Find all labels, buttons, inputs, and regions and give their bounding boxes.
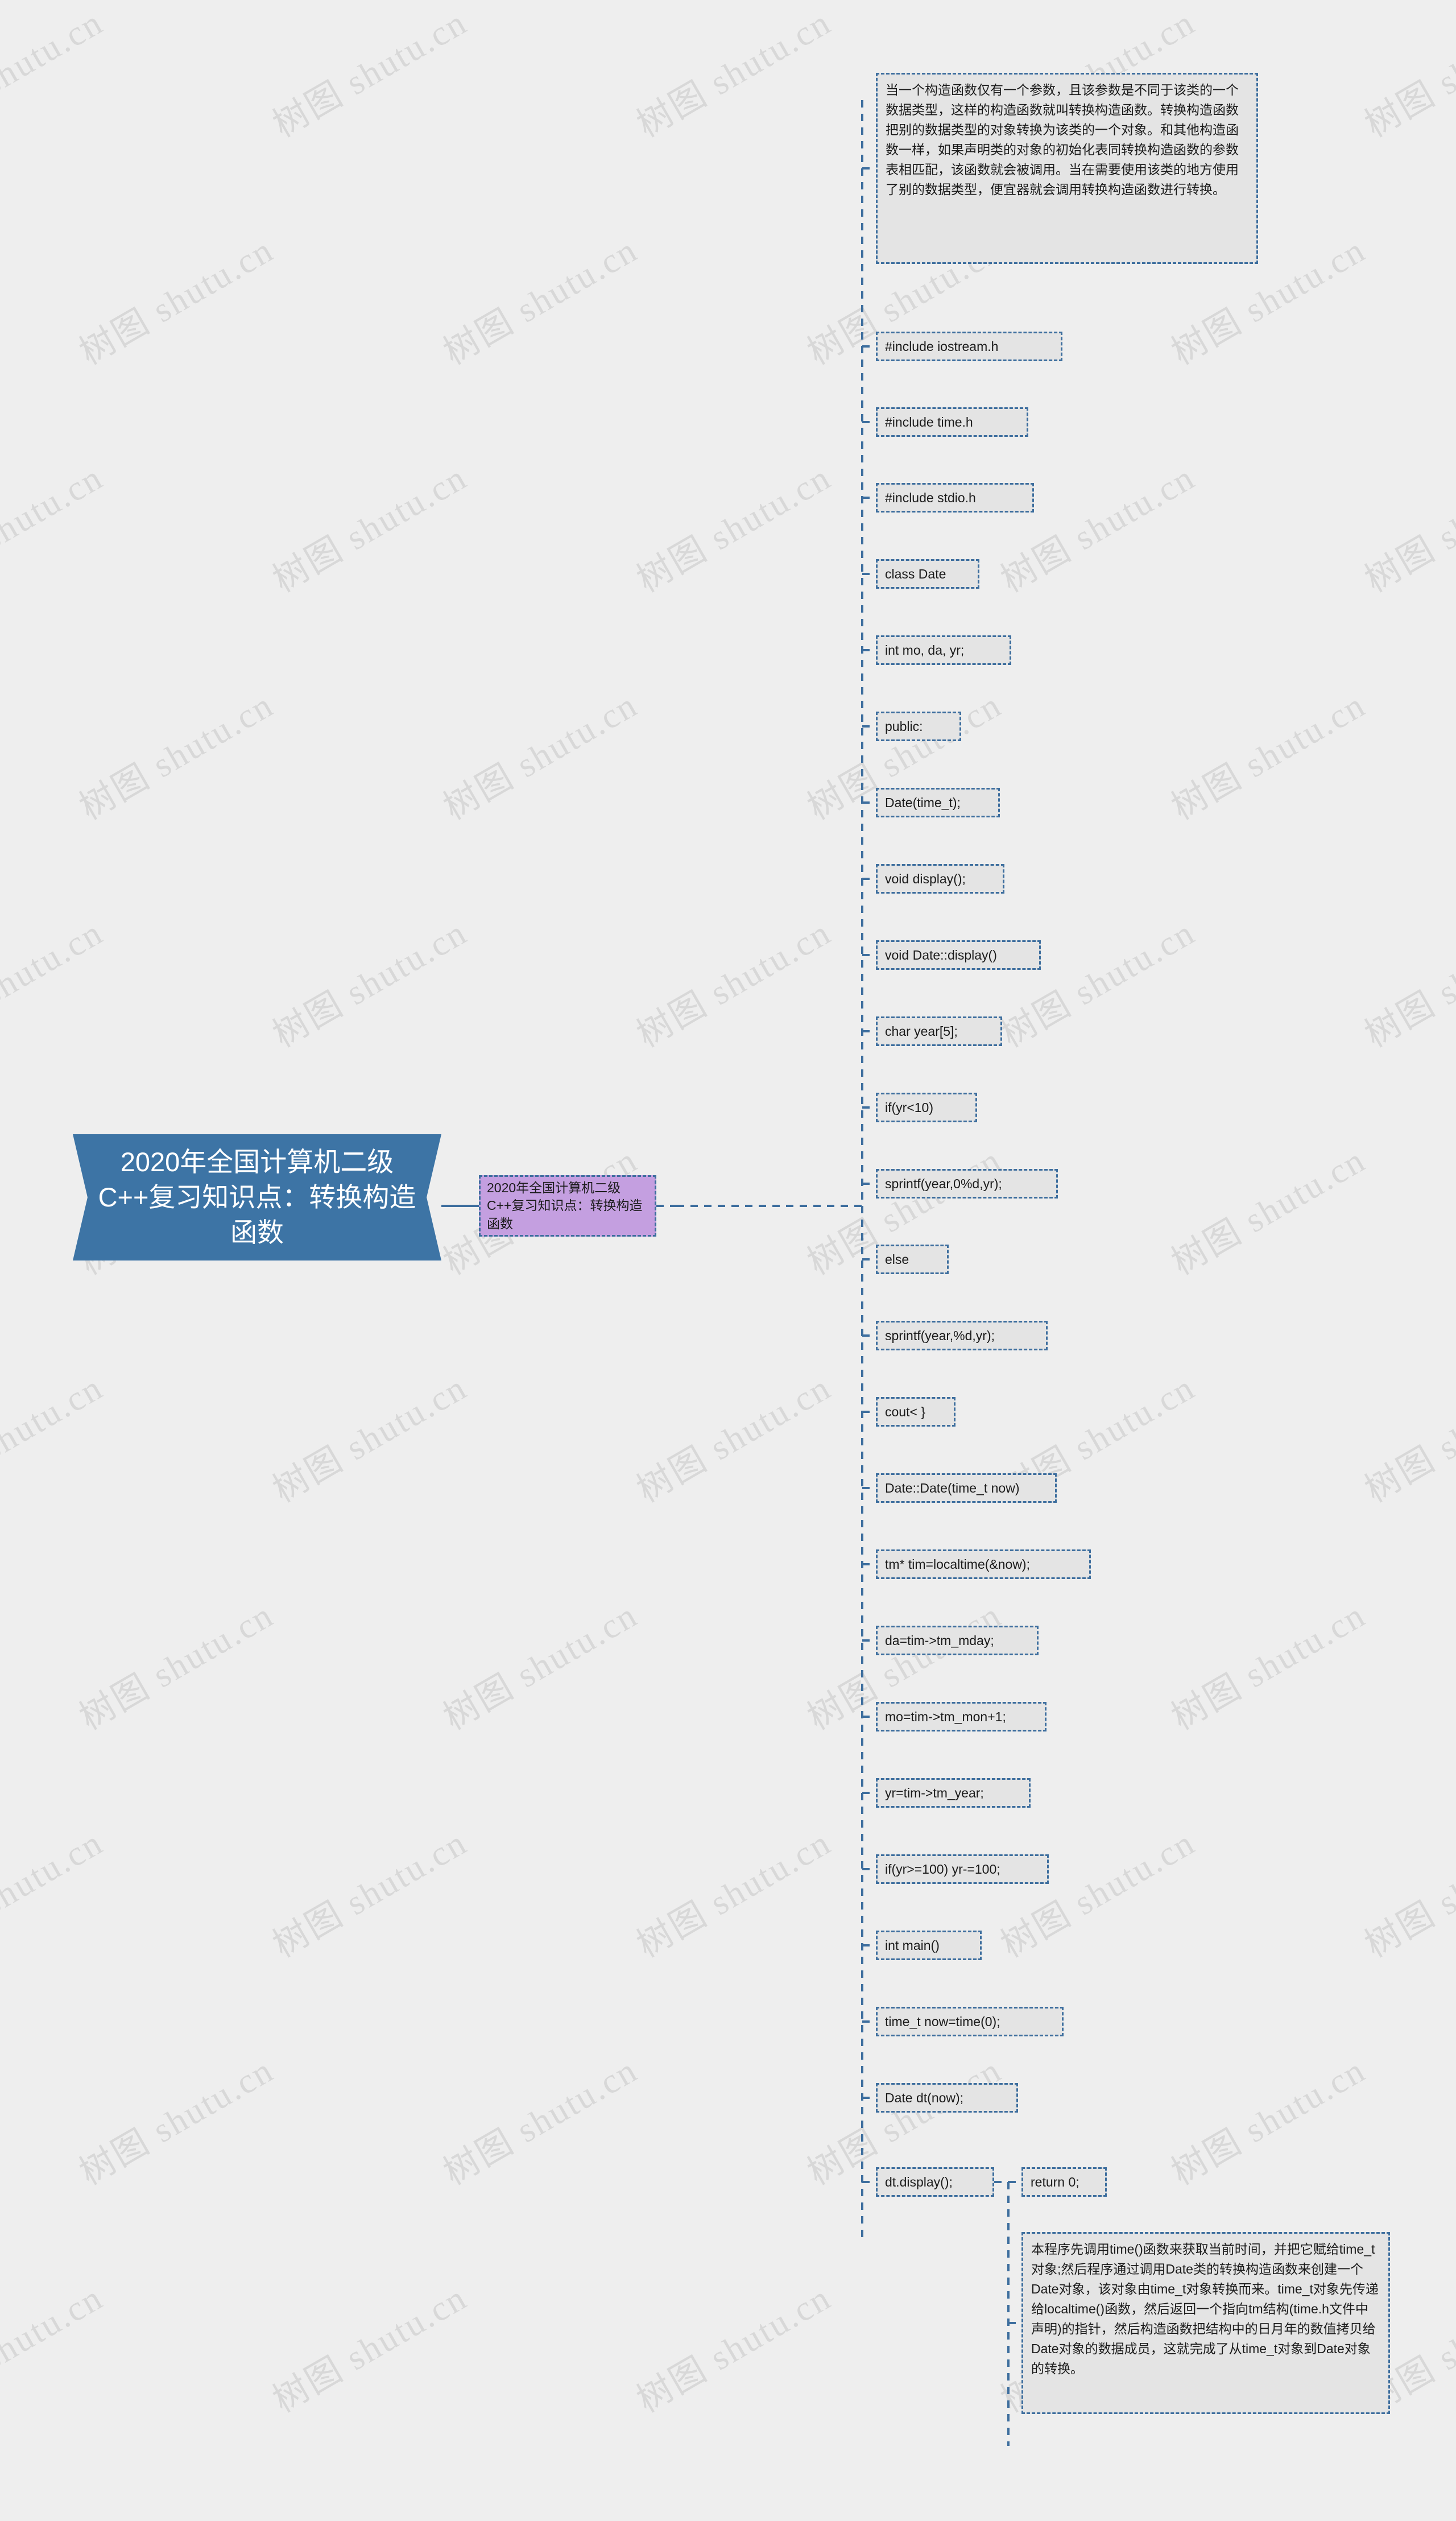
mindmap-node-intro[interactable]: 当一个构造函数仅有一个参数，且该参数是不同于该类的一个数据类型，这样的构造函数就…: [876, 73, 1258, 264]
mindmap-node-label: if(yr<10): [885, 1100, 933, 1115]
mindmap-node-label: void Date::display(): [885, 947, 997, 962]
mindmap-node-label: Date dt(now);: [885, 2090, 964, 2105]
mindmap-node-time-now[interactable]: time_t now=time(0);: [876, 2007, 1064, 2036]
mindmap-node-label: #include stdio.h: [885, 490, 976, 505]
mindmap-node-public[interactable]: public:: [876, 712, 961, 741]
mindmap-node-ctor-def[interactable]: Date::Date(time_t now): [876, 1473, 1057, 1503]
mindmap-node-label: 本程序先调用time()函数来获取当前时间，并把它赋给time_t对象;然后程序…: [1031, 2242, 1379, 2376]
mindmap-node-char-year[interactable]: char year[5];: [876, 1016, 1002, 1046]
mindmap-node-sprintf-plain[interactable]: sprintf(year,%d,yr);: [876, 1321, 1048, 1350]
root-node[interactable]: 2020年全国计算机二级C++复习知识点：转换构造函数: [73, 1134, 441, 1260]
mindmap-node-label: time_t now=time(0);: [885, 2014, 1000, 2029]
mindmap-node-label: #include iostream.h: [885, 338, 999, 354]
mindmap-node-if-yr-lt-10[interactable]: if(yr<10): [876, 1093, 977, 1122]
mindmap-node-label: dt.display();: [885, 2174, 953, 2189]
mindmap-node-yr-normalize[interactable]: if(yr>=100) yr-=100;: [876, 1854, 1049, 1884]
mindmap-node-label: sprintf(year,0%d,yr);: [885, 1176, 1002, 1191]
mindmap-node-else[interactable]: else: [876, 1245, 949, 1274]
mindmap-node-ctor-decl[interactable]: Date(time_t);: [876, 788, 1000, 817]
mindmap-node-class-date[interactable]: class Date: [876, 559, 979, 589]
mindmap-node-members[interactable]: int mo, da, yr;: [876, 635, 1011, 665]
mindmap-node-include-iostream[interactable]: #include iostream.h: [876, 332, 1062, 361]
mindmap-node-label: 当一个构造函数仅有一个参数，且该参数是不同于该类的一个数据类型，这样的构造函数就…: [886, 82, 1239, 197]
mindmap-node-localtime[interactable]: tm* tim=localtime(&now);: [876, 1549, 1091, 1579]
mindmap-node-label: tm* tim=localtime(&now);: [885, 1556, 1030, 1572]
mindmap-node-label: Date(time_t);: [885, 795, 961, 810]
mindmap-node-label: da=tim->tm_mday;: [885, 1633, 994, 1648]
mindmap-node-mo-assign[interactable]: mo=tim->tm_mon+1;: [876, 1702, 1046, 1731]
mindmap-node-label: return 0;: [1031, 2174, 1079, 2189]
mindmap-node-da-assign[interactable]: da=tim->tm_mday;: [876, 1626, 1039, 1655]
mindmap-node-label: Date::Date(time_t now): [885, 1480, 1020, 1495]
mindmap-node-label: else: [885, 1251, 909, 1267]
mindmap-node-label: cout< }: [885, 1404, 925, 1419]
mindmap-node-yr-assign[interactable]: yr=tim->tm_year;: [876, 1778, 1031, 1808]
mindmap-node-int-main[interactable]: int main(): [876, 1931, 982, 1960]
mindmap-node-cout[interactable]: cout< }: [876, 1397, 956, 1427]
mindmap-node-dt-display[interactable]: dt.display();: [876, 2167, 994, 2197]
mindmap-node-label: yr=tim->tm_year;: [885, 1785, 984, 1800]
mindmap-node-return-0[interactable]: return 0;: [1021, 2167, 1107, 2197]
mindmap-node-label: sprintf(year,%d,yr);: [885, 1328, 995, 1343]
mindmap-node-label: mo=tim->tm_mon+1;: [885, 1709, 1006, 1724]
mindmap-node-display-def[interactable]: void Date::display(): [876, 940, 1041, 970]
mindmap-node-label: class Date: [885, 566, 946, 581]
level2-node-label: 2020年全国计算机二级C++复习知识点：转换构造函数: [487, 1180, 643, 1231]
mindmap-node-label: int main(): [885, 1937, 940, 1953]
mindmap-node-label: #include time.h: [885, 414, 973, 429]
mindmap-node-summary[interactable]: 本程序先调用time()函数来获取当前时间，并把它赋给time_t对象;然后程序…: [1021, 2232, 1390, 2414]
mindmap-node-sprintf-pad[interactable]: sprintf(year,0%d,yr);: [876, 1169, 1058, 1198]
mindmap-node-include-stdio[interactable]: #include stdio.h: [876, 483, 1034, 513]
mindmap-node-label: void display();: [885, 871, 966, 886]
mindmap-node-date-dt[interactable]: Date dt(now);: [876, 2083, 1018, 2113]
mindmap-node-label: if(yr>=100) yr-=100;: [885, 1861, 1000, 1877]
mindmap-node-include-time[interactable]: #include time.h: [876, 407, 1028, 437]
root-node-label: 2020年全国计算机二级C++复习知识点：转换构造函数: [98, 1146, 416, 1248]
mindmap-node-label: int mo, da, yr;: [885, 642, 965, 658]
mindmap-canvas: 2020年全国计算机二级C++复习知识点：转换构造函数 2020年全国计算机二级…: [0, 0, 1456, 2521]
mindmap-node-label: public:: [885, 718, 923, 734]
level2-node[interactable]: 2020年全国计算机二级C++复习知识点：转换构造函数: [479, 1175, 656, 1237]
mindmap-node-display-decl[interactable]: void display();: [876, 864, 1004, 894]
mindmap-node-label: char year[5];: [885, 1023, 958, 1039]
